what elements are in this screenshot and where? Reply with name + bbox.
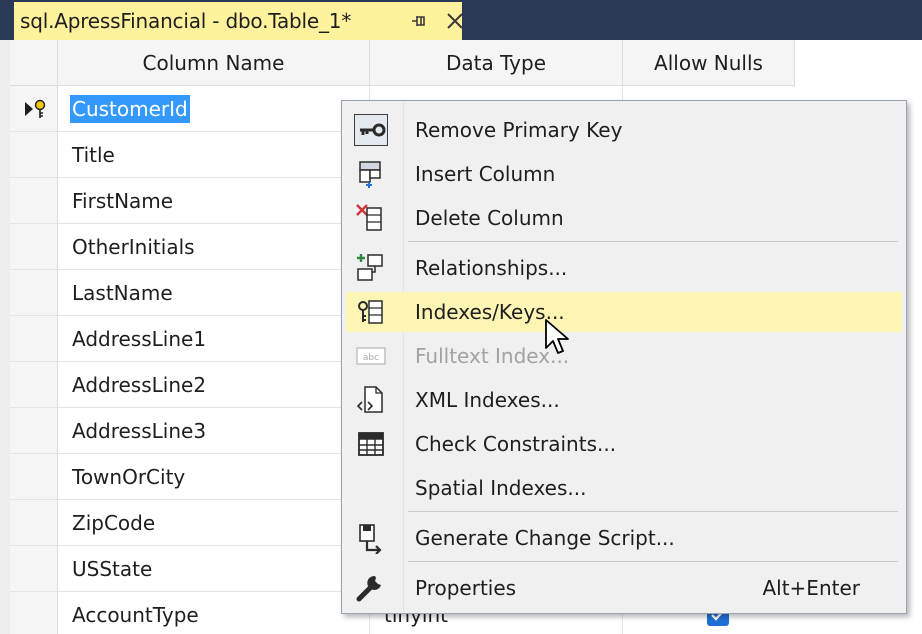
editor-left-gutter <box>0 40 10 634</box>
menu-item-label: Insert Column <box>415 162 556 186</box>
row-selector[interactable] <box>10 270 58 316</box>
menu-item-generate-change-script[interactable]: Generate Change Script... <box>346 518 902 558</box>
menu-item-fulltext-index: abc Fulltext Index... <box>346 336 902 376</box>
column-name-text: Title <box>72 143 115 167</box>
relationships-icon <box>354 252 388 284</box>
xml-indexes-icon <box>354 384 388 416</box>
column-name-text: AccountType <box>72 603 199 627</box>
primary-key-row-indicator-icon <box>25 99 46 118</box>
column-name-text: USState <box>72 557 153 581</box>
menu-item-label: Properties <box>415 576 517 600</box>
close-icon[interactable] <box>444 10 466 32</box>
menu-item-delete-column[interactable]: Delete Column <box>346 198 902 238</box>
menu-item-properties[interactable]: Properties Alt+Enter <box>346 568 902 608</box>
menu-item-label: Check Constraints... <box>415 432 617 456</box>
column-name-cell[interactable]: Title <box>58 132 370 178</box>
column-name-cell[interactable]: LastName <box>58 270 370 316</box>
column-name-cell[interactable]: FirstName <box>58 178 370 224</box>
column-name-text: ZipCode <box>72 511 156 535</box>
column-name-cell[interactable]: TownOrCity <box>58 454 370 500</box>
menu-separator <box>408 241 898 242</box>
row-selector[interactable] <box>10 454 58 500</box>
menu-item-label: Indexes/Keys... <box>415 300 565 324</box>
column-name-text: AddressLine3 <box>72 419 207 443</box>
row-selector[interactable] <box>10 316 58 362</box>
column-name-text: FirstName <box>72 189 174 213</box>
column-name-cell[interactable]: AddressLine2 <box>58 362 370 408</box>
menu-item-insert-column[interactable]: Insert Column <box>346 154 902 194</box>
menu-item-spatial-indexes[interactable]: Spatial Indexes... <box>346 468 902 508</box>
column-header-data-type[interactable]: Data Type <box>370 40 623 86</box>
row-selector[interactable] <box>10 178 58 224</box>
column-name-cell[interactable]: AddressLine3 <box>58 408 370 454</box>
document-tab[interactable]: sql.ApressFinancial - dbo.Table_1* <box>14 2 463 40</box>
column-name-cell[interactable]: AccountType <box>58 592 370 634</box>
delete-column-icon <box>354 202 388 234</box>
menu-item-shortcut: Alt+Enter <box>762 576 860 600</box>
column-name-text: AddressLine2 <box>72 373 207 397</box>
insert-column-icon <box>354 158 388 190</box>
generate-script-icon <box>354 522 388 555</box>
menu-item-label: Spatial Indexes... <box>415 476 587 500</box>
tab-title: sql.ApressFinancial - dbo.Table_1* <box>20 9 352 33</box>
indexes-keys-icon <box>354 296 388 328</box>
menu-separator <box>408 561 898 562</box>
row-selector[interactable] <box>10 408 58 454</box>
menu-item-label: Remove Primary Key <box>415 118 623 142</box>
column-name-cell[interactable]: USState <box>58 546 370 592</box>
menu-item-remove-primary-key[interactable]: Remove Primary Key <box>346 110 902 150</box>
check-constraints-icon <box>354 428 388 460</box>
menu-separator <box>408 511 898 512</box>
menu-item-indexes-keys[interactable]: Indexes/Keys... <box>346 292 902 332</box>
menu-item-label: XML Indexes... <box>415 388 560 412</box>
menu-item-check-constraints[interactable]: Check Constraints... <box>346 424 902 464</box>
column-name-cell[interactable]: ZipCode <box>58 500 370 546</box>
key-icon <box>354 114 388 146</box>
column-name-cell[interactable]: CustomerId <box>58 86 370 132</box>
menu-item-label: Generate Change Script... <box>415 526 675 550</box>
row-selector[interactable] <box>10 224 58 270</box>
column-name-text: AddressLine1 <box>72 327 207 351</box>
column-name-text: LastName <box>72 281 173 305</box>
pin-icon[interactable] <box>410 11 428 31</box>
row-selector[interactable] <box>10 546 58 592</box>
column-name-text: OtherInitials <box>72 235 195 259</box>
svg-text:abc: abc <box>363 353 379 363</box>
row-selector[interactable] <box>10 86 58 132</box>
mouse-cursor-icon <box>545 319 569 354</box>
wrench-icon <box>354 572 388 604</box>
column-name-text: CustomerId <box>70 95 190 123</box>
document-tab-strip: sql.ApressFinancial - dbo.Table_1* <box>0 0 922 40</box>
fulltext-index-icon: abc <box>354 340 388 372</box>
menu-item-label: Relationships... <box>415 256 568 280</box>
menu-item-relationships[interactable]: Relationships... <box>346 248 902 288</box>
column-name-cell[interactable]: AddressLine1 <box>58 316 370 362</box>
column-header-allow-nulls[interactable]: Allow Nulls <box>623 40 795 86</box>
row-selector-header <box>10 40 58 86</box>
menu-item-xml-indexes[interactable]: XML Indexes... <box>346 380 902 420</box>
menu-item-label: Delete Column <box>415 206 564 230</box>
column-header-name[interactable]: Column Name <box>58 40 370 86</box>
column-name-cell[interactable]: OtherInitials <box>58 224 370 270</box>
row-selector[interactable] <box>10 500 58 546</box>
column-name-text: TownOrCity <box>72 465 186 489</box>
header-filler <box>795 40 922 86</box>
row-selector[interactable] <box>10 132 58 178</box>
context-menu: Remove Primary Key Insert Column Delete Co… <box>341 100 907 614</box>
row-selector[interactable] <box>10 362 58 408</box>
row-selector[interactable] <box>10 592 58 634</box>
